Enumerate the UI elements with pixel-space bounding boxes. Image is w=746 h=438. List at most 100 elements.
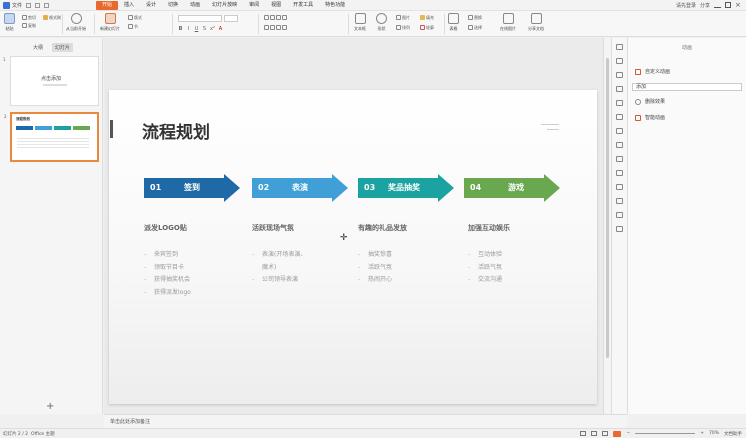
doc-assistant[interactable]: 文档助手 <box>724 431 742 437</box>
slide-thumbnail-1[interactable]: 1 点击添加 <box>3 56 99 106</box>
settings-icon[interactable] <box>616 142 623 148</box>
strikethrough-icon[interactable]: S <box>202 26 207 32</box>
slide-number: 1 <box>3 57 6 62</box>
share-link[interactable]: 分享 <box>700 2 710 9</box>
save-icon[interactable] <box>26 2 32 8</box>
tab-insert[interactable]: 插入 <box>118 1 140 10</box>
tab-transition[interactable]: 切换 <box>162 1 184 10</box>
tab-slides[interactable]: 幻灯片 <box>52 43 74 52</box>
text-effects-icon[interactable] <box>616 100 623 106</box>
textbox-button[interactable]: 文本框 <box>354 13 366 32</box>
format-painter-button[interactable]: 格式刷 <box>43 15 61 20</box>
sorter-view-icon[interactable] <box>591 431 598 436</box>
zoom-in-icon[interactable]: + <box>700 431 704 436</box>
smart-animation-item[interactable]: 智能动画 <box>635 114 665 121</box>
backup-icon[interactable] <box>616 212 623 218</box>
tab-review[interactable]: 审阅 <box>243 1 265 10</box>
table-button[interactable]: 表格 <box>448 13 459 32</box>
tab-view[interactable]: 视图 <box>265 1 287 10</box>
delete-effect-item[interactable]: 删除效果 <box>635 98 665 105</box>
paste-button[interactable]: 粘贴 <box>4 13 15 32</box>
tab-design[interactable]: 设计 <box>140 1 162 10</box>
select-button[interactable]: 选择 <box>468 25 482 30</box>
layout-button[interactable]: 版式 <box>128 15 142 20</box>
add-slide-button[interactable]: + <box>46 401 54 412</box>
notes-icon[interactable] <box>616 184 623 190</box>
select-icon <box>468 25 473 30</box>
font-size-select[interactable] <box>224 15 238 22</box>
underline-icon[interactable]: U <box>194 26 199 32</box>
picture-icon <box>396 15 401 20</box>
notes-area[interactable]: 单击此处添加备注 <box>104 414 627 428</box>
chart-icon[interactable] <box>616 128 623 134</box>
login-hint[interactable]: 请先登录 <box>676 2 696 9</box>
online-picture-button[interactable]: 在线图片 <box>500 13 516 32</box>
outline-button[interactable]: 轮廓 <box>420 25 434 30</box>
close-icon[interactable]: × <box>735 1 742 9</box>
custom-animation-item[interactable]: 自定义动画 <box>635 68 670 75</box>
replace-button[interactable]: 替换 <box>468 15 482 20</box>
font-family-select[interactable] <box>178 15 222 22</box>
help-icon[interactable] <box>616 198 623 204</box>
reading-view-icon[interactable] <box>602 431 609 436</box>
step-arrow-2[interactable]: 02 表演 <box>252 174 348 202</box>
share-doc-button[interactable]: 分享文档 <box>528 13 544 32</box>
zoom-out-icon[interactable]: − <box>626 431 630 436</box>
section-button[interactable]: 节 <box>128 24 138 29</box>
step-column-2[interactable]: 活跃现场气氛 表演(开场表演、 魔术) 公司领导表演 <box>252 223 352 287</box>
bold-icon[interactable]: B <box>178 26 183 32</box>
pointer-icon[interactable] <box>616 44 623 50</box>
cut-button[interactable]: 剪切 <box>22 15 36 20</box>
shape-style-icon[interactable] <box>616 72 623 78</box>
picture-button[interactable]: 图片 <box>396 15 410 20</box>
slide-thumbnail-2[interactable]: 2 流程规划 <box>4 112 99 162</box>
play-from-current-button[interactable]: 从当前开始 <box>66 13 86 32</box>
slideshow-play-icon[interactable] <box>613 430 622 437</box>
copy-button[interactable]: 复制 <box>22 23 36 28</box>
arrange-button[interactable]: 排列 <box>396 25 410 30</box>
new-slide-button[interactable]: 新建幻灯片 <box>100 13 120 32</box>
step-column-3[interactable]: 有趣的礼品发放 抽奖惊喜 活跃气氛 热闹开心 <box>358 223 458 287</box>
image-icon[interactable] <box>616 114 623 120</box>
app-menu[interactable]: 文件 <box>0 1 96 9</box>
step-arrow-3[interactable]: 03 奖品抽奖 <box>358 174 454 202</box>
step-column-4[interactable]: 加强互动娱乐 互动体验 活跃气氛 交流沟通 <box>468 223 568 287</box>
fill-button[interactable]: 填充 <box>420 15 434 20</box>
minimize-icon[interactable] <box>714 3 721 8</box>
list-item: 互动体验 <box>468 249 568 262</box>
current-slide[interactable]: 流程规划 01 签到 02 表演 03 奖品抽奖 04 游戏 派发LOGO贴 来… <box>109 90 597 404</box>
layers-icon[interactable] <box>616 156 623 162</box>
fill-icon <box>420 15 425 20</box>
undo-icon[interactable] <box>35 2 41 8</box>
step-arrow-1[interactable]: 01 签到 <box>144 174 240 202</box>
vertical-scrollbar[interactable] <box>603 38 611 414</box>
add-effect-dropdown[interactable]: 添加 <box>632 83 742 91</box>
tab-slideshow[interactable]: 幻灯片放映 <box>206 1 243 10</box>
shape-button[interactable]: 形状 <box>376 13 387 32</box>
tab-outline[interactable]: 大纲 <box>30 43 46 52</box>
step-column-1[interactable]: 派发LOGO贴 来宾签到 领取节目卡 获得抽奖机会 获得派发logo <box>144 223 244 299</box>
align-buttons[interactable] <box>264 25 287 30</box>
normal-view-icon[interactable] <box>580 431 587 436</box>
tab-animation[interactable]: 动画 <box>184 1 206 10</box>
transition-icon[interactable] <box>616 170 623 176</box>
slide-title[interactable]: 流程规划 <box>142 118 210 143</box>
zoom-level[interactable]: 70% <box>709 431 719 436</box>
object-icon[interactable] <box>616 86 623 92</box>
tab-developer[interactable]: 开发工具 <box>287 1 319 10</box>
redo-icon[interactable] <box>44 2 50 8</box>
superscript-icon[interactable]: x² <box>210 26 215 32</box>
step-arrow-4[interactable]: 04 游戏 <box>464 174 560 202</box>
separator <box>258 14 259 34</box>
italic-icon[interactable]: I <box>186 26 191 32</box>
file-menu-label[interactable]: 文件 <box>12 2 22 9</box>
font-color-icon[interactable]: A <box>218 26 223 32</box>
zoom-slider[interactable] <box>635 433 696 434</box>
scroll-thumb[interactable] <box>606 58 609 358</box>
maximize-icon[interactable] <box>725 2 731 8</box>
tab-home[interactable]: 开始 <box>96 0 119 10</box>
more-icon[interactable] <box>616 226 623 232</box>
bullet-list-button[interactable] <box>264 15 287 20</box>
tab-special[interactable]: 特色功能 <box>319 1 351 10</box>
animation-icon[interactable] <box>616 58 623 64</box>
